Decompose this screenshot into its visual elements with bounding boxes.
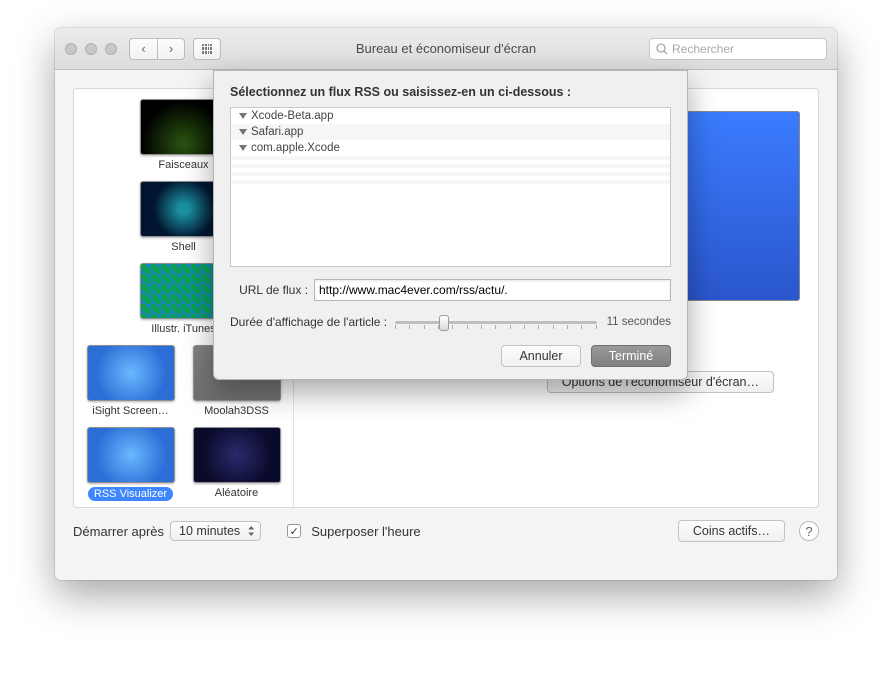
thumbnail xyxy=(87,427,175,483)
chevron-down-icon xyxy=(239,113,247,119)
traffic-lights xyxy=(65,43,117,55)
overlay-clock-label: Superposer l'heure xyxy=(311,524,420,539)
sheet-title: Sélectionnez un flux RSS ou saisissez-en… xyxy=(230,85,671,99)
saver-random[interactable]: Aléatoire xyxy=(193,427,281,506)
saver-isight[interactable]: iSight Screen… xyxy=(87,345,175,417)
rss-source-list[interactable]: Xcode-Beta.app Safari.app com.apple.Xcod… xyxy=(230,107,671,267)
hot-corners-button[interactable]: Coins actifs… xyxy=(678,520,785,542)
nav-segment: ‹ › xyxy=(129,38,185,60)
close-icon[interactable] xyxy=(65,43,77,55)
thumbnail xyxy=(87,345,175,401)
back-button[interactable]: ‹ xyxy=(129,38,157,60)
slider-thumb[interactable] xyxy=(439,315,449,331)
chevron-down-icon xyxy=(239,129,247,135)
show-all-button[interactable] xyxy=(193,38,221,60)
window-body: Faisceaux Shell Illustr. iTunes iSight S… xyxy=(55,70,837,580)
bottom-bar: Démarrer après 10 minutes Superposer l'h… xyxy=(73,520,819,542)
saver-rss[interactable]: RSS Visualizer xyxy=(87,427,175,506)
start-after-label: Démarrer après xyxy=(73,524,164,539)
grid-icon xyxy=(202,44,212,54)
duration-value: 11 secondes xyxy=(607,316,671,328)
list-item[interactable]: com.apple.Xcode xyxy=(231,140,670,156)
done-button[interactable]: Terminé xyxy=(591,345,671,367)
search-input[interactable]: Rechercher xyxy=(649,38,827,60)
url-label: URL de flux : xyxy=(230,283,308,297)
forward-button[interactable]: › xyxy=(157,38,185,60)
list-item[interactable]: Safari.app xyxy=(231,124,670,140)
zoom-icon[interactable] xyxy=(105,43,117,55)
help-button[interactable]: ? xyxy=(799,521,819,541)
feed-url-input[interactable] xyxy=(314,279,671,301)
overlay-clock-checkbox[interactable] xyxy=(287,524,301,538)
titlebar: ‹ › Bureau et économiseur d'écran Recher… xyxy=(55,28,837,70)
thumb-label: Moolah3DSS xyxy=(193,405,281,417)
chevron-down-icon xyxy=(239,145,247,151)
rss-config-sheet: Sélectionnez un flux RSS ou saisissez-en… xyxy=(213,70,688,380)
start-after-select[interactable]: 10 minutes xyxy=(170,521,261,541)
prefs-window: ‹ › Bureau et économiseur d'écran Recher… xyxy=(55,28,837,580)
thumb-label: RSS Visualizer xyxy=(88,487,173,501)
search-icon xyxy=(656,43,668,55)
search-placeholder: Rechercher xyxy=(672,42,734,56)
minimize-icon[interactable] xyxy=(85,43,97,55)
thumbnail xyxy=(193,427,281,483)
thumb-label: iSight Screen… xyxy=(87,405,175,417)
duration-label: Durée d'affichage de l'article : xyxy=(230,315,387,329)
thumb-label: Aléatoire xyxy=(193,487,281,499)
duration-slider[interactable] xyxy=(395,313,597,331)
list-item[interactable]: Xcode-Beta.app xyxy=(231,108,670,124)
cancel-button[interactable]: Annuler xyxy=(501,345,581,367)
